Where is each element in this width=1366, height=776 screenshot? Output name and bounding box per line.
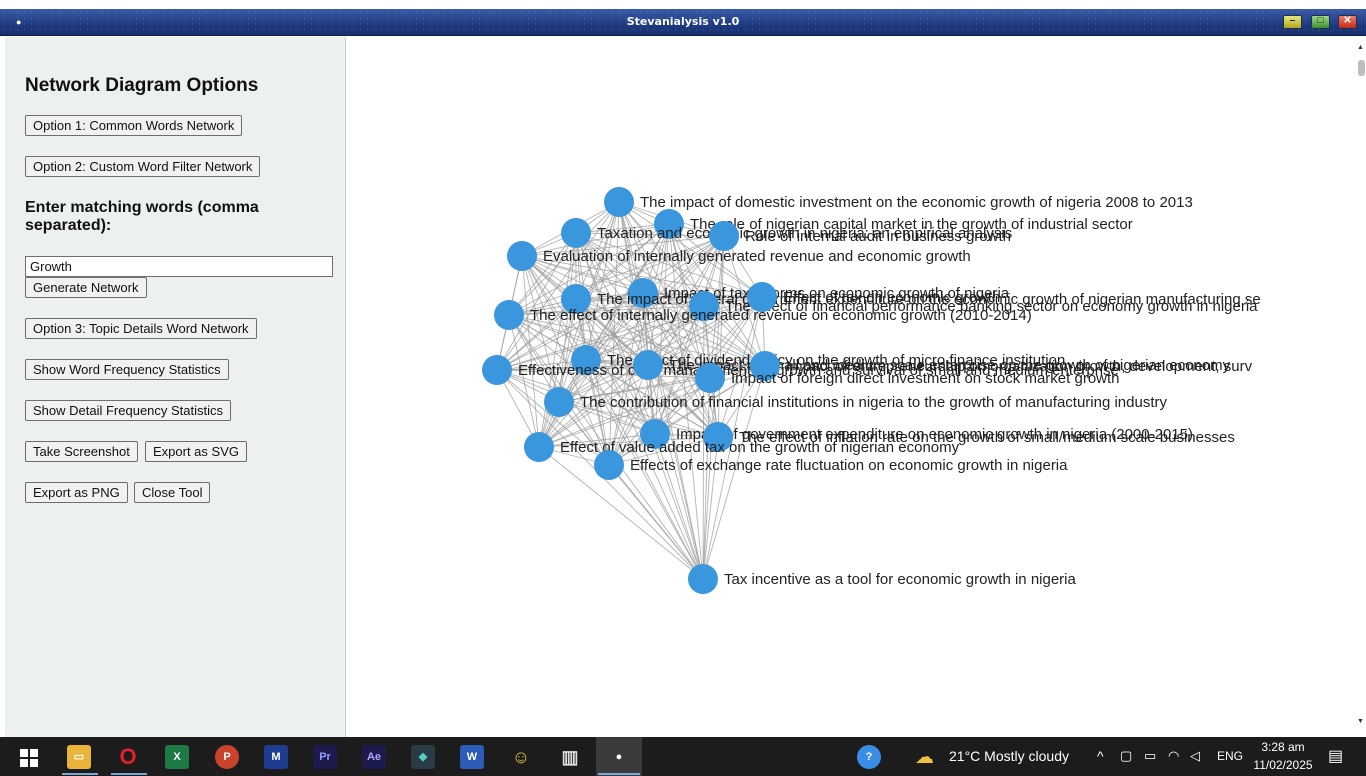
language-indicator[interactable]: ENG: [1217, 749, 1243, 763]
file-explorer-icon[interactable]: ▭: [67, 745, 91, 769]
premiere-pro-icon[interactable]: Pr: [313, 745, 337, 769]
opera-icon[interactable]: O: [116, 745, 140, 769]
node-label: Role of internal audit in business growt…: [745, 228, 1011, 245]
node-label: Evaluation of internally generated reven…: [543, 248, 971, 265]
network-node[interactable]: The impact of domestic investment on the…: [604, 187, 1193, 217]
node-circle[interactable]: [524, 432, 554, 462]
taskbar: ▭ O X P M Pr Ae ◆ W ☺ ▥ ● ? ☁ 21°C Mostl…: [0, 737, 1366, 776]
maximize-icon: □: [1317, 15, 1324, 26]
node-label: The impact of domestic investment on the…: [640, 194, 1193, 211]
maximize-button[interactable]: □: [1311, 15, 1330, 29]
emoji-app-icon[interactable]: ☺: [509, 745, 533, 769]
node-circle[interactable]: [594, 450, 624, 480]
battery-icon[interactable]: ▭: [1144, 748, 1156, 764]
take-screenshot-button[interactable]: Take Screenshot: [25, 441, 138, 462]
clock-time[interactable]: 3:28 am: [1252, 740, 1314, 754]
panel-title: Network Diagram Options: [25, 75, 259, 96]
notifications-icon[interactable]: ▤: [1328, 746, 1343, 766]
title-bar[interactable]: ● Stevanialysis v1.0 – □ ✕: [0, 9, 1366, 36]
node-label: Impact of foreign direct investment on s…: [731, 370, 1120, 387]
matching-words-label: Enter matching words (comma separated):: [25, 199, 259, 234]
device-icon[interactable]: ▢: [1120, 748, 1132, 764]
node-label: Effect of value added tax on the growth …: [560, 439, 960, 456]
generate-network-button[interactable]: Generate Network: [25, 277, 147, 298]
excel-icon[interactable]: X: [165, 745, 189, 769]
active-app-indicator: [598, 773, 640, 775]
wifi-icon[interactable]: ◠: [1168, 748, 1179, 764]
node-label: Effect of tax on economic growth: [783, 289, 1000, 306]
chevron-up-icon[interactable]: ^: [1097, 748, 1104, 764]
network-diagram[interactable]: The impact of domestic investment on the…: [346, 37, 1356, 737]
word-frequency-button[interactable]: Show Word Frequency Statistics: [25, 359, 229, 380]
node-circle[interactable]: [633, 350, 663, 380]
network-node[interactable]: Tax incentive as a tool for economic gro…: [688, 564, 1077, 594]
vertical-scrollbar[interactable]: ▲ ▼: [1356, 37, 1366, 737]
library-icon[interactable]: ▥: [558, 745, 582, 769]
scroll-up-icon[interactable]: ▲: [1357, 44, 1364, 51]
node-label: Tax incentive as a tool for economic gro…: [724, 571, 1077, 588]
window-title: Stevanialysis v1.0: [626, 15, 740, 28]
node-circle[interactable]: [604, 187, 634, 217]
node-circle[interactable]: [688, 564, 718, 594]
option1-common-words-button[interactable]: Option 1: Common Words Network: [25, 115, 243, 136]
weather-cloud-icon[interactable]: ☁: [915, 746, 934, 769]
opera-running-indicator: [111, 773, 147, 775]
help-icon[interactable]: ?: [857, 745, 881, 769]
network-edge: [521, 255, 540, 448]
scroll-down-icon[interactable]: ▼: [1357, 718, 1364, 725]
node-circle[interactable]: [709, 221, 739, 251]
clock-date[interactable]: 11/02/2025: [1252, 758, 1314, 772]
network-edge: [608, 464, 704, 580]
close-icon: ✕: [1343, 15, 1352, 26]
node-label: The effect of internally generated reven…: [530, 307, 1032, 324]
options-panel: Network Diagram Options Option 1: Common…: [5, 37, 346, 737]
node-label: The contribution of financial institutio…: [580, 394, 1167, 411]
explorer-running-indicator: [62, 773, 98, 775]
minimize-button[interactable]: –: [1283, 15, 1302, 29]
word-icon[interactable]: W: [460, 745, 484, 769]
network-canvas[interactable]: The impact of domestic investment on the…: [346, 37, 1356, 737]
node-label: Effects of exchange rate fluctuation on …: [630, 457, 1068, 474]
powerpoint-icon[interactable]: P: [215, 745, 239, 769]
export-svg-button[interactable]: Export as SVG: [145, 441, 247, 462]
after-effects-icon[interactable]: Ae: [362, 745, 386, 769]
volume-icon[interactable]: ◁: [1190, 748, 1200, 764]
scrollbar-thumb[interactable]: [1358, 60, 1365, 76]
node-circle[interactable]: [482, 355, 512, 385]
matching-words-input[interactable]: [25, 256, 333, 277]
editor-app-icon[interactable]: ◆: [411, 745, 435, 769]
option3-topic-details-button[interactable]: Option 3: Topic Details Word Network: [25, 318, 257, 339]
weather-text[interactable]: 21°C Mostly cloudy: [949, 748, 1069, 764]
close-window-button[interactable]: ✕: [1338, 15, 1357, 29]
node-circle[interactable]: [695, 363, 725, 393]
option2-custom-filter-button[interactable]: Option 2: Custom Word Filter Network: [25, 156, 261, 177]
node-circle[interactable]: [561, 218, 591, 248]
detail-frequency-button[interactable]: Show Detail Frequency Statistics: [25, 400, 232, 421]
minimize-icon: –: [1289, 15, 1296, 26]
close-tool-button[interactable]: Close Tool: [134, 482, 211, 503]
export-png-button[interactable]: Export as PNG: [25, 482, 128, 503]
windows-start-icon[interactable]: [20, 749, 38, 767]
stevanialysis-app-icon[interactable]: ●: [607, 745, 631, 769]
mountain-app-icon[interactable]: M: [264, 745, 288, 769]
node-circle[interactable]: [507, 241, 537, 271]
node-circle[interactable]: [544, 387, 574, 417]
node-circle[interactable]: [494, 300, 524, 330]
